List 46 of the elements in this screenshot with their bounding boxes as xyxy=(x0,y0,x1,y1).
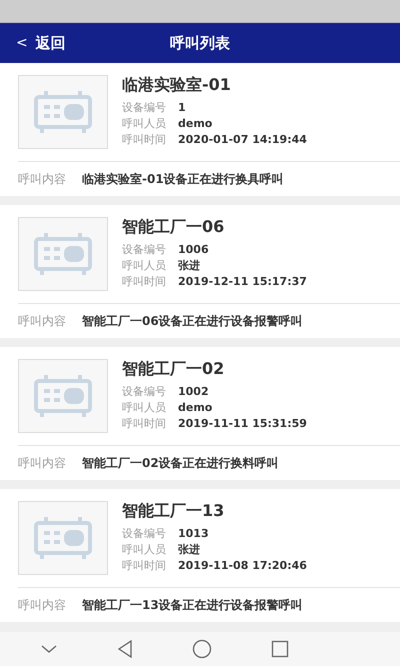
field-label: 呼叫时间 xyxy=(122,416,166,432)
field-label: 呼叫内容 xyxy=(18,170,66,188)
call-content: 智能工厂一13设备正在进行设备报警呼叫 xyxy=(82,596,303,614)
field-label: 呼叫内容 xyxy=(18,454,66,472)
field-value: 1 xyxy=(178,100,186,116)
machine-icon xyxy=(32,89,94,135)
field-value: 2019-11-08 17:20:46 xyxy=(178,558,307,574)
field-value: 2019-12-11 15:17:37 xyxy=(178,274,307,290)
machine-icon xyxy=(32,231,94,277)
machine-icon xyxy=(32,515,94,561)
call-content: 临港实验室-01设备正在进行换具呼叫 xyxy=(82,170,284,188)
field-value: 1013 xyxy=(178,526,209,542)
field-label: 呼叫内容 xyxy=(18,312,66,330)
field-label: 呼叫时间 xyxy=(122,132,166,148)
machine-icon xyxy=(32,373,94,419)
field-label: 呼叫时间 xyxy=(122,274,166,290)
field-value: 1002 xyxy=(178,384,209,400)
field-label: 设备编号 xyxy=(122,100,166,116)
field-label: 呼叫人员 xyxy=(122,542,166,558)
device-name: 智能工厂一02 xyxy=(122,359,226,380)
field-value: 2019-11-11 15:31:59 xyxy=(178,416,307,432)
page-title: 呼叫列表 xyxy=(170,34,230,52)
back-button[interactable]: < 返回 xyxy=(0,34,66,52)
field-value: demo xyxy=(178,116,212,132)
field-value: 张进 xyxy=(178,542,200,558)
field-label: 呼叫内容 xyxy=(18,596,66,614)
field-label: 呼叫人员 xyxy=(122,258,166,274)
field-label: 呼叫人员 xyxy=(122,116,166,132)
field-value: 张进 xyxy=(178,258,200,274)
field-label: 呼叫人员 xyxy=(122,400,166,416)
device-name: 临港实验室-01 xyxy=(122,75,232,96)
call-content: 智能工厂一06设备正在进行设备报警呼叫 xyxy=(82,312,303,330)
home-icon[interactable] xyxy=(192,639,212,659)
recents-icon[interactable] xyxy=(271,640,289,658)
field-label: 呼叫时间 xyxy=(122,558,166,574)
device-name: 智能工厂一06 xyxy=(122,217,226,238)
field-label: 设备编号 xyxy=(122,526,166,542)
collapse-icon[interactable] xyxy=(40,644,58,654)
field-value: 1006 xyxy=(178,242,209,258)
device-name: 智能工厂一13 xyxy=(122,501,226,522)
call-content: 智能工厂一02设备正在进行换料呼叫 xyxy=(82,454,279,472)
field-value: demo xyxy=(178,400,212,416)
back-icon[interactable] xyxy=(117,640,133,658)
field-label: 设备编号 xyxy=(122,242,166,258)
field-label: 设备编号 xyxy=(122,384,166,400)
field-value: 2020-01-07 14:19:44 xyxy=(178,132,307,148)
